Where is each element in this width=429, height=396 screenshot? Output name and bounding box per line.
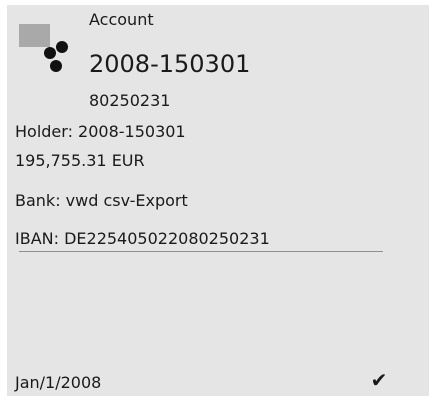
account-bank: Bank: vwd csv-Export xyxy=(15,191,188,210)
account-type-label: Account xyxy=(89,10,154,29)
account-number: 80250231 xyxy=(89,91,171,110)
divider xyxy=(19,251,383,252)
account-card[interactable]: Account 2008-150301 80250231 Holder: 200… xyxy=(7,5,429,396)
account-icon xyxy=(19,18,79,72)
account-balance: 195,755.31 EUR xyxy=(15,151,145,170)
checkmark-icon: ✔ xyxy=(370,368,388,392)
account-iban: IBAN: DE22540502208025023​1 xyxy=(15,229,270,248)
account-name: 2008-150301 xyxy=(89,50,251,78)
account-date: Jan/1/2008 xyxy=(15,373,102,392)
account-holder: Holder: 2008-150301 xyxy=(15,122,186,141)
